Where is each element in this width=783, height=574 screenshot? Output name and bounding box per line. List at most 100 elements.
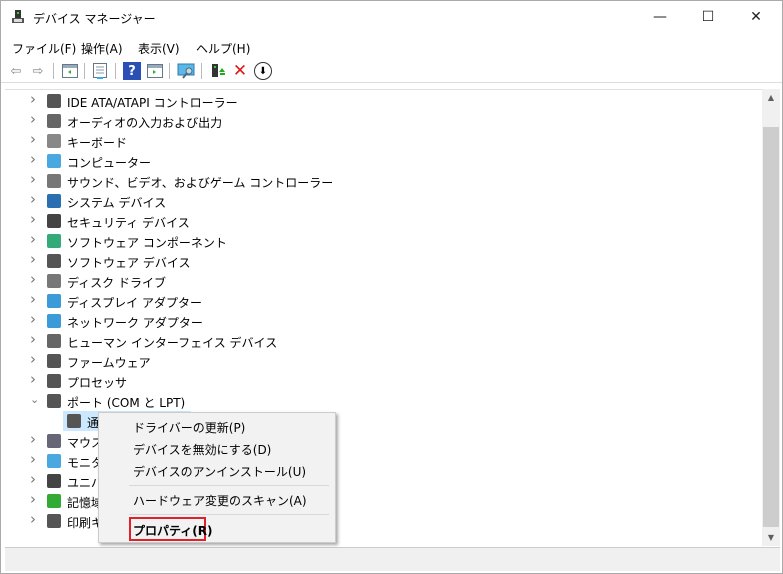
action-pane-icon[interactable]	[146, 62, 164, 80]
device-category-icon	[47, 494, 61, 508]
collapse-chevron-icon[interactable]: ⌄	[30, 393, 39, 406]
toolbar-separator	[169, 63, 170, 79]
menu-file[interactable]: ファイル(F)	[12, 40, 76, 57]
expand-chevron-icon[interactable]: ›	[30, 490, 36, 508]
expand-chevron-icon[interactable]: ›	[30, 230, 36, 248]
properties-icon[interactable]	[91, 62, 109, 80]
scan-hardware-icon[interactable]	[177, 62, 195, 80]
device-category-icon	[47, 514, 61, 528]
tree-item-label: ディスク ドライブ	[67, 276, 166, 290]
maximize-button[interactable]: ☐	[685, 1, 731, 33]
tree-item-label: ソフトウェア コンポーネント	[67, 236, 227, 250]
device-category-icon	[47, 134, 61, 148]
status-bar	[5, 547, 780, 571]
expand-chevron-icon[interactable]: ›	[30, 190, 36, 208]
menu-separator	[129, 485, 329, 486]
device-category-icon	[47, 374, 61, 388]
context-menu: ドライバーの更新(P) デバイスを無効にする(D) デバイスのアンインストール(…	[98, 412, 336, 543]
uninstall-icon[interactable]: ✕	[231, 61, 249, 81]
tree-category[interactable]: › ヒューマン インターフェイス デバイス	[5, 330, 755, 351]
tree-category[interactable]: › IDE ATA/ATAPI コントローラー	[5, 90, 755, 111]
expand-chevron-icon[interactable]: ›	[30, 350, 36, 368]
vertical-scrollbar[interactable]: ▲ ▼	[762, 89, 780, 546]
device-category-icon	[47, 94, 61, 108]
device-category-icon	[47, 234, 61, 248]
tree-category[interactable]: › ネットワーク アダプター	[5, 310, 755, 331]
expand-chevron-icon[interactable]: ›	[30, 430, 36, 448]
tree-category[interactable]: › サウンド、ビデオ、およびゲーム コントローラー	[5, 170, 755, 191]
device-manager-icon	[12, 10, 24, 23]
menu-item-uninstall-device[interactable]: デバイスのアンインストール(U)	[133, 463, 306, 480]
expand-chevron-icon[interactable]: ›	[30, 90, 36, 108]
tree-category[interactable]: › セキュリティ デバイス	[5, 210, 755, 231]
tree-item-label: ファームウェア	[67, 356, 151, 370]
device-category-icon	[47, 294, 61, 308]
tree-item-label: システム デバイス	[67, 196, 167, 210]
tree-category[interactable]: › オーディオの入力および出力	[5, 110, 755, 131]
device-category-icon	[47, 154, 61, 168]
back-icon[interactable]: ⇦	[7, 62, 25, 80]
menu-item-properties[interactable]: プロパティ(R)	[133, 522, 213, 539]
update-driver-icon[interactable]	[209, 62, 227, 80]
menu-item-disable-device[interactable]: デバイスを無効にする(D)	[133, 441, 271, 458]
menu-bar: ファイル(F) 操作(A) 表示(V) ヘルプ(H)	[1, 37, 782, 57]
forward-icon[interactable]: ⇨	[29, 62, 47, 80]
expand-chevron-icon[interactable]: ›	[30, 130, 36, 148]
expand-chevron-icon[interactable]: ›	[30, 370, 36, 388]
tree-item-label: セキュリティ デバイス	[67, 216, 190, 230]
menu-action[interactable]: 操作(A)	[81, 40, 123, 57]
tree-category[interactable]: › ファームウェア	[5, 350, 755, 371]
tree-category[interactable]: › システム デバイス	[5, 190, 755, 211]
device-category-icon	[47, 334, 61, 348]
menu-item-update-driver[interactable]: ドライバーの更新(P)	[133, 419, 245, 436]
help-icon[interactable]: ?	[123, 62, 141, 80]
tree-category[interactable]: › ソフトウェア デバイス	[5, 250, 755, 271]
scrollbar-thumb[interactable]	[763, 127, 779, 527]
tree-item-label: サウンド、ビデオ、およびゲーム コントローラー	[67, 176, 334, 190]
tree-category[interactable]: ⌄ ポート (COM と LPT)	[5, 391, 755, 411]
close-button[interactable]: ✕	[733, 1, 779, 33]
toolbar-separator	[115, 63, 116, 79]
scroll-down-icon[interactable]: ▼	[762, 529, 780, 546]
tree-category[interactable]: › プロセッサ	[5, 370, 755, 391]
device-category-icon	[47, 254, 61, 268]
tree-category[interactable]: › ソフトウェア コンポーネント	[5, 230, 755, 251]
expand-chevron-icon[interactable]: ›	[30, 170, 36, 188]
tree-category[interactable]: › ディスク ドライブ	[5, 270, 755, 291]
disable-icon[interactable]: ⬇	[254, 62, 272, 80]
expand-chevron-icon[interactable]: ›	[30, 470, 36, 488]
scroll-up-icon[interactable]: ▲	[762, 89, 780, 106]
expand-chevron-icon[interactable]: ›	[30, 510, 36, 528]
tree-item-label: ネットワーク アダプター	[67, 316, 203, 330]
tree-item-label: プロセッサ	[67, 376, 128, 390]
expand-chevron-icon[interactable]: ›	[30, 270, 36, 288]
tree-category[interactable]: › コンピューター	[5, 150, 755, 171]
device-category-icon	[47, 314, 61, 328]
tree-item-label: ディスプレイ アダプター	[67, 296, 202, 310]
tree-item-label: ヒューマン インターフェイス デバイス	[67, 336, 278, 350]
expand-chevron-icon[interactable]: ›	[30, 330, 36, 348]
tree-category[interactable]: › キーボード	[5, 130, 755, 151]
menu-view[interactable]: 表示(V)	[138, 40, 180, 57]
device-category-icon	[47, 354, 61, 368]
device-category-icon	[47, 394, 61, 408]
tree-category[interactable]: › ディスプレイ アダプター	[5, 290, 755, 311]
show-hide-tree-icon[interactable]	[61, 62, 79, 80]
expand-chevron-icon[interactable]: ›	[30, 150, 36, 168]
expand-chevron-icon[interactable]: ›	[30, 290, 36, 308]
menu-item-scan-hardware[interactable]: ハードウェア変更のスキャン(A)	[133, 492, 307, 509]
tree-item-label: オーディオの入力および出力	[67, 116, 223, 130]
tree-item-label: IDE ATA/ATAPI コントローラー	[67, 96, 238, 110]
device-category-icon	[47, 174, 61, 188]
expand-chevron-icon[interactable]: ›	[30, 450, 36, 468]
minimize-button[interactable]: —	[637, 1, 683, 33]
tree-item-label: ポート (COM と LPT)	[67, 396, 186, 410]
expand-chevron-icon[interactable]: ›	[30, 210, 36, 228]
expand-chevron-icon[interactable]: ›	[30, 310, 36, 328]
device-category-icon	[47, 114, 61, 128]
tree-item-label: ソフトウェア デバイス	[67, 256, 191, 270]
device-manager-window: デバイス マネージャー — ☐ ✕ ファイル(F) 操作(A) 表示(V) ヘル…	[0, 0, 783, 574]
expand-chevron-icon[interactable]: ›	[30, 110, 36, 128]
menu-help[interactable]: ヘルプ(H)	[196, 40, 250, 57]
expand-chevron-icon[interactable]: ›	[30, 250, 36, 268]
